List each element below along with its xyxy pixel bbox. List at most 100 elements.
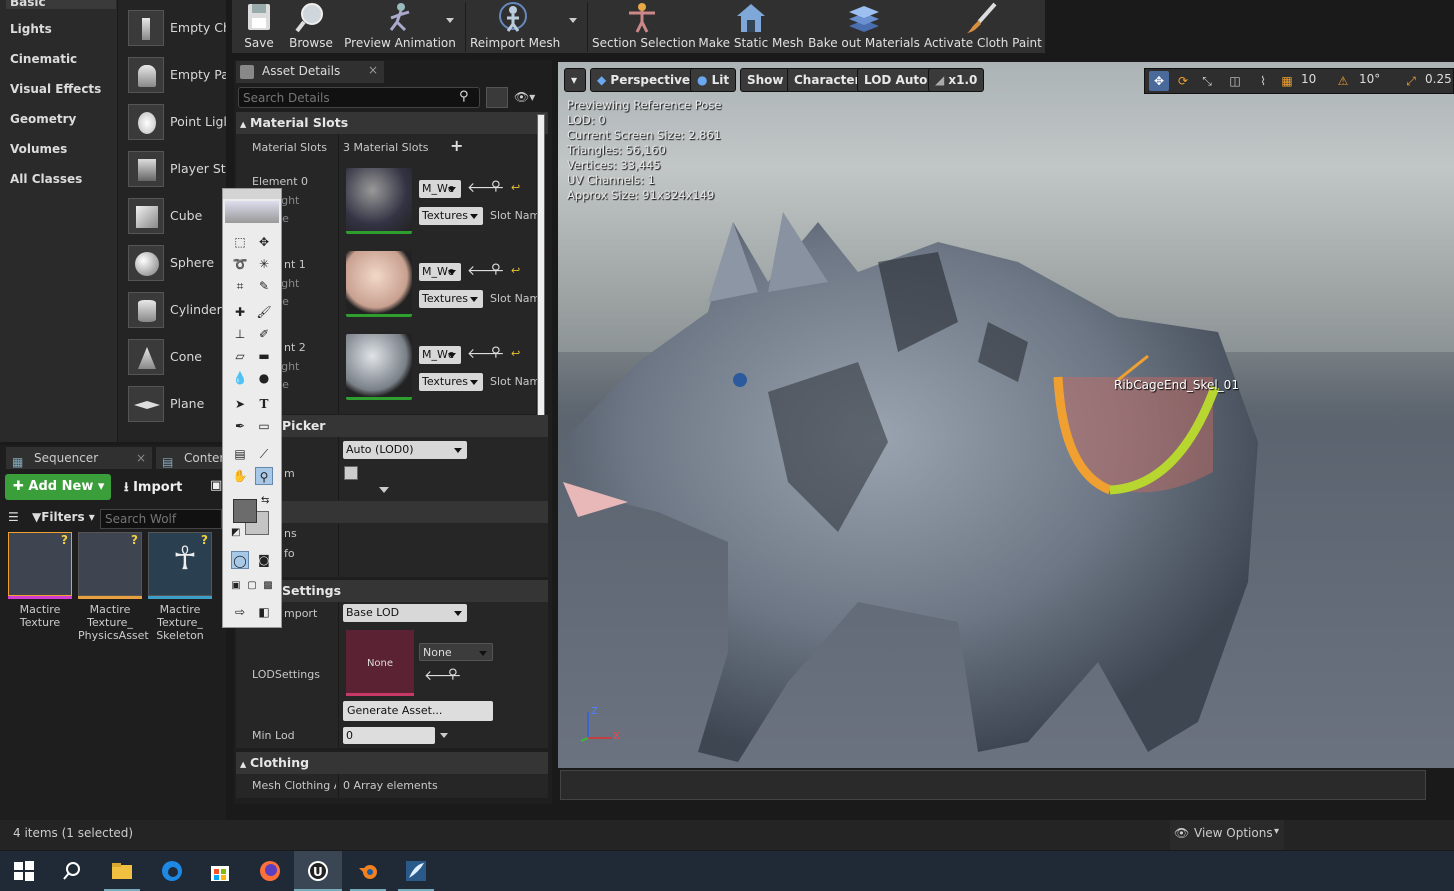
category-lights[interactable]: Lights [10,22,52,36]
timeline-bar[interactable] [560,770,1426,800]
actor-plane[interactable]: Plane [126,382,226,426]
actor-empty-character[interactable]: Empty Ch [126,6,226,50]
world-local-icon[interactable]: ◫ [1225,71,1245,91]
actor-point-light[interactable]: Point Ligl [126,100,226,144]
history-brush-icon[interactable]: ✐ [255,325,273,343]
photoshop-taskbar[interactable] [392,851,440,891]
foreground-color-swatch[interactable] [233,499,257,523]
content-browser-tab[interactable]: ▤ Conten [156,447,227,469]
reimport-dropdown-icon[interactable] [569,18,577,23]
file-explorer-taskbar[interactable] [98,851,146,891]
material-thumbnail-2[interactable] [346,334,412,400]
grid-snap-icon[interactable]: ▦ [1277,71,1297,91]
move-icon[interactable]: ✥ [255,233,273,251]
material-picker-2[interactable]: M_Wc [419,346,461,364]
save-button[interactable]: Save [236,0,282,54]
playback-speed-button[interactable]: ◢ x1.0 [928,68,985,92]
browse-magnifier-icon[interactable]: ⚲ [491,262,501,277]
actor-cylinder[interactable]: Cylinder [126,288,226,332]
category-volumes[interactable]: Volumes [10,142,67,156]
add-new-button[interactable]: ✚ Add New ▾ [5,474,111,500]
blur-icon[interactable]: 💧 [231,369,249,387]
lod-picker-dropdown[interactable]: Auto (LOD0) [343,441,467,459]
actor-cube[interactable]: Cube [126,194,226,238]
filters-button[interactable]: ▼Filters ▾ [32,510,95,524]
rotate-icon[interactable]: ⟳ [1173,71,1193,91]
firefox-taskbar[interactable] [246,851,294,891]
store-taskbar[interactable] [196,851,244,891]
rotation-snap-value[interactable]: 10° [1359,72,1380,86]
dodge-icon[interactable]: ● [255,369,273,387]
actor-cone[interactable]: Cone [126,335,226,379]
eraser-icon[interactable]: ▱ [231,347,249,365]
actor-sphere[interactable]: Sphere [126,241,226,285]
browse-magnifier-icon[interactable]: ⚲ [491,345,501,360]
brush-icon[interactable]: 🖌 [255,303,273,321]
type-icon[interactable]: T [255,395,273,413]
scale-snap-icon[interactable]: ⤢ [1401,71,1421,91]
clone-stamp-icon[interactable]: ⊥ [231,325,249,343]
custom-lod-checkbox[interactable] [344,466,358,480]
details-search-input[interactable] [243,90,453,105]
marquee-icon[interactable]: ⬚ [231,233,249,251]
asset-mactire-texture[interactable]: ? Mactire Texture [8,532,72,629]
asset-mactire-skeleton[interactable]: ? ☥ Mactire Texture_ Skeleton [148,532,212,642]
browse-button[interactable]: Browse [286,0,336,54]
preview-animation-button[interactable]: Preview Animation [340,0,460,54]
make-static-mesh-button[interactable]: Make Static Mesh [698,0,804,54]
scale-icon[interactable]: ⤡ [1197,71,1217,91]
activate-cloth-paint-button[interactable]: Activate Cloth Paint [924,0,1042,54]
asset-mactire-physicsasset[interactable]: ? Mactire Texture_ PhysicsAsset [78,532,149,642]
show-button[interactable]: Show [740,68,791,92]
property-matrix-icon[interactable] [486,87,508,108]
grid-snap-value[interactable]: 10 [1301,72,1316,86]
details-search-box[interactable]: ⚲ [238,87,480,108]
crop-icon[interactable]: ⌗ [231,277,249,295]
view-options-eye-icon[interactable]: 👁▾ [514,90,535,104]
scale-snap-value[interactable]: 0.25 [1425,72,1452,86]
lod-auto-button[interactable]: LOD Auto [857,68,935,92]
min-lod-dropdown-icon[interactable] [440,733,448,738]
actor-empty-pawn[interactable]: Empty Pa [126,53,226,97]
category-visual-effects[interactable]: Visual Effects [10,82,101,96]
default-colors-icon[interactable]: ◩ [231,527,240,538]
standard-mode-icon[interactable]: ◯ [231,551,249,569]
perspective-button[interactable]: ◆ Perspective [590,68,698,92]
pen-icon[interactable]: ✒ [231,417,249,435]
textures-dropdown-1[interactable]: Textures [419,290,483,308]
imageready-logo-icon[interactable]: ◧ [255,603,273,621]
lod-picker-section-header[interactable]: Picker [236,415,548,437]
browse-magnifier-icon[interactable]: ⚲ [448,667,458,682]
palette-title-bar[interactable] [223,189,281,199]
healing-brush-icon[interactable]: ✚ [231,303,249,321]
reset-default-icon[interactable]: ↩ [511,264,520,277]
notes-icon[interactable]: ▤ [231,445,249,463]
lod-settings-section-header[interactable]: Settings [236,580,548,602]
add-material-slot-icon[interactable]: + [450,136,463,155]
lasso-icon[interactable]: ➰ [231,255,249,273]
sequencer-tab[interactable]: ▦ Sequencer × [6,447,152,469]
search-taskbar-button[interactable] [48,851,96,891]
view-options-button[interactable]: 👁 View Options ▾ [1170,820,1284,850]
category-all-classes[interactable]: All Classes [10,172,82,186]
import-button[interactable]: ⭳ Import [124,478,182,500]
actor-player-start[interactable]: Player St [126,147,226,191]
unreal-engine-taskbar[interactable]: U [294,851,342,891]
material-picker-1[interactable]: M_Wc [419,263,461,281]
import-lod-dropdown[interactable]: Base LOD [343,604,467,622]
hand-icon[interactable]: ✋ [231,467,249,485]
category-basic[interactable]: Basic [6,0,116,9]
save-all-icon[interactable]: ▣ [210,478,222,493]
character-button[interactable]: Character [787,68,868,92]
translate-icon[interactable]: ✥ [1149,71,1169,91]
screen-mode-full-icon[interactable]: ▩ [259,577,277,595]
browse-magnifier-icon[interactable]: ⚲ [491,179,501,194]
reset-default-icon[interactable]: ↩ [511,181,520,194]
surface-snap-icon[interactable]: ⌇ [1253,71,1273,91]
rotation-snap-icon[interactable]: ⚠ [1333,71,1353,91]
textures-dropdown-0[interactable]: Textures [419,207,483,225]
lodsettings-thumbnail[interactable]: None [346,630,414,696]
magic-wand-icon[interactable]: ✳ [255,255,273,273]
viewport-options-dropdown[interactable]: ▾ [564,68,586,92]
eyedropper-icon[interactable]: ⟋ [255,445,273,463]
